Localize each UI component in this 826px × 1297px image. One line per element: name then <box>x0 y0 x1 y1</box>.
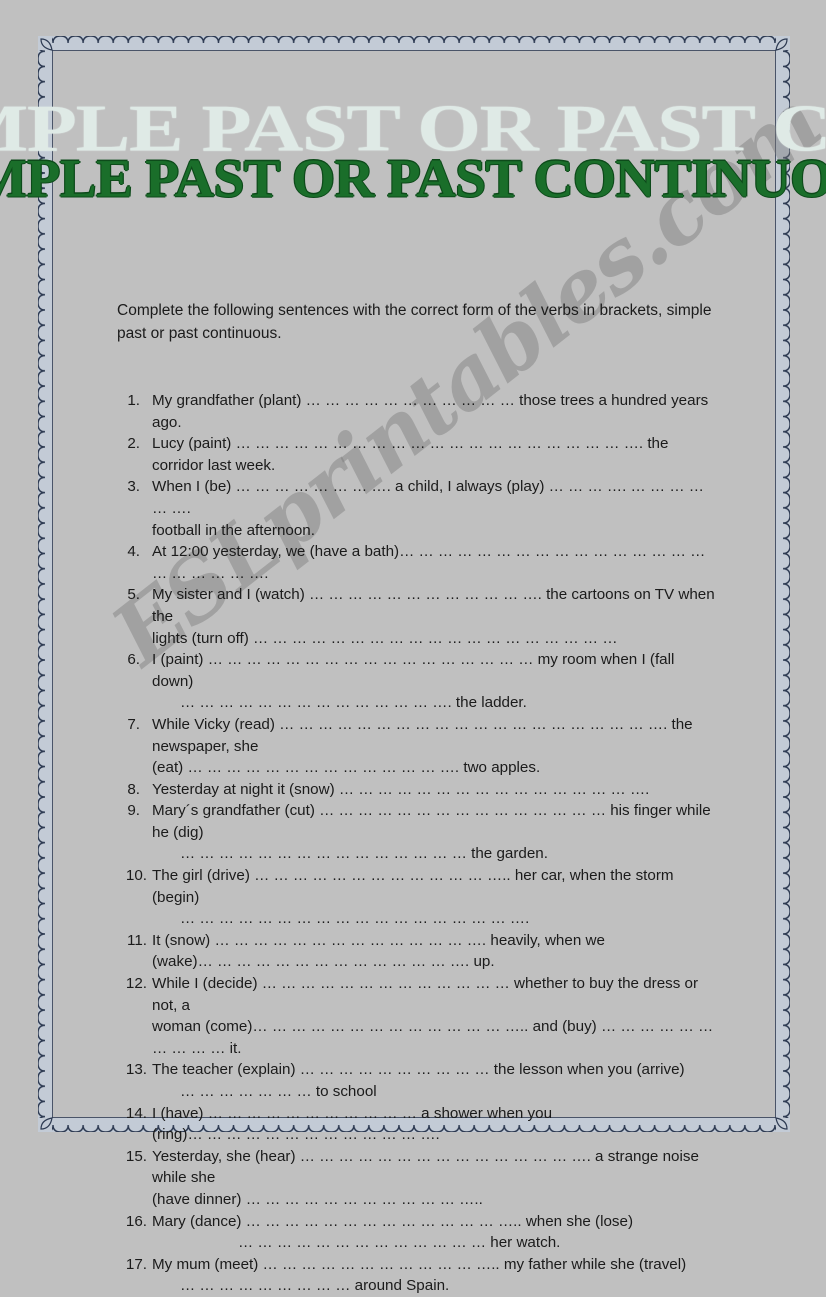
exercise-line: I (paint) … … … … … … … … … … … … … … … … <box>152 651 675 690</box>
exercise-item: 6. I (paint) … … … … … … … … … … … … … … … <box>117 649 717 714</box>
exercise-line: … … … … … … … … … … … … … … … … … …. <box>180 910 530 928</box>
exercise-number: 5. <box>127 586 140 604</box>
exercise-number: 11. <box>127 931 147 949</box>
exercise-line: At 12:00 yesterday, we (have a bath)… … … <box>152 543 706 582</box>
exercise-line: The girl (drive) … … … … … … … … … … … …… <box>152 867 674 906</box>
exercise-line: (wake)… … … … … … … … … … … … … …. up. <box>152 953 495 971</box>
exercise-body: While I (decide) … … … … … … … … … … … …… <box>147 973 717 1059</box>
exercise-line: … … … … … … … … … … … … … …. the ladder. <box>180 694 527 712</box>
exercise-item: 9. Mary´s grandfather (cut) … … … … … … …… <box>117 800 717 865</box>
instructions-text: Complete the following sentences with th… <box>117 302 712 342</box>
exercise-line: … … … … … … … … … around Spain. <box>180 1277 450 1295</box>
exercise-line: Lucy (paint) … … … … … … … … … … … … … …… <box>152 435 669 474</box>
exercise-number: 16. <box>125 1212 147 1230</box>
exercise-line: Mary (dance) … … … … … … … … … … … … … …… <box>152 1212 634 1230</box>
exercise-body: I (have) … … … … … … … … … … … a shower … <box>147 1103 717 1146</box>
exercise-line: While I (decide) … … … … … … … … … … … …… <box>152 975 699 1014</box>
exercise-body: While Vicky (read) … … … … … … … … … … …… <box>147 714 717 779</box>
exercise-item: 17. My mum (meet) … … … … … … … … … … … …… <box>117 1254 717 1297</box>
exercise-item: 1. My grandfather (plant) … … … … … … … …… <box>117 390 717 433</box>
exercise-line: (eat) … … … … … … … … … … … … … …. two a… <box>152 759 541 777</box>
exercise-number: 7. <box>127 715 140 733</box>
exercise-body: Mary´s grandfather (cut) … … … … … … … …… <box>147 800 717 865</box>
exercise-line: My mum (meet) … … … … … … … … … … … ….. … <box>152 1255 687 1273</box>
exercise-line: Mary´s grandfather (cut) … … … … … … … …… <box>152 802 711 841</box>
exercise-number: 10. <box>125 867 147 885</box>
exercise-line: I (have) … … … … … … … … … … … a shower … <box>152 1104 553 1122</box>
exercise-body: The girl (drive) … … … … … … … … … … … …… <box>147 865 717 930</box>
exercise-line: Yesterday, she (hear) … … … … … … … … … … <box>152 1147 699 1187</box>
exercise-line: woman (come)… … … … … … … … … … … … … ….… <box>152 1018 714 1057</box>
exercise-body: Mary (dance) … … … … … … … … … … … … … …… <box>147 1211 717 1254</box>
exercise-number: 3. <box>127 478 140 496</box>
exercise-item: 11. It (snow) … … … … … … … … … … … … … …… <box>117 930 717 973</box>
exercise-number: 17. <box>125 1255 147 1273</box>
exercise-line: It (snow) … … … … … … … … … … … … … …. h… <box>152 931 605 949</box>
title-main-layer: SIMPLE PAST OR PAST CONTINUOUS <box>0 148 826 209</box>
exercise-item: 7. While Vicky (read) … … … … … … … … … …… <box>117 714 717 779</box>
exercise-item: 4. At 12:00 yesterday, we (have a bath)… … <box>117 541 717 584</box>
exercise-body: The teacher (explain) … … … … … … … … … … <box>147 1059 717 1102</box>
exercise-line: football in the afternoon. <box>152 521 315 539</box>
exercise-body: When I (be) … … … … … … … …. a child, I … <box>147 476 717 541</box>
exercise-line: … … … … … … … to school <box>180 1083 377 1100</box>
exercise-body: I (paint) … … … … … … … … … … … … … … … … <box>147 649 717 714</box>
exercise-item: 12. While I (decide) … … … … … … … … … … … <box>117 973 717 1059</box>
exercise-item: 2. Lucy (paint) … … … … … … … … … … … … …… <box>117 433 717 476</box>
exercise-number: 15. <box>125 1147 147 1165</box>
exercise-number: 4. <box>127 543 140 561</box>
exercise-number: 6. <box>127 651 140 669</box>
exercise-number: 1. <box>127 392 140 409</box>
exercise-item: 16. Mary (dance) … … … … … … … … … … … … … <box>117 1211 717 1254</box>
exercise-number: 8. <box>127 780 140 798</box>
exercise-line: (ring)… … … … … … … … … … … … …. <box>152 1126 440 1144</box>
exercise-line: … … … … … … … … … … … … … her watch. <box>238 1234 561 1252</box>
exercise-item: 10. The girl (drive) … … … … … … … … … … … <box>117 865 717 930</box>
exercise-line: Yesterday at night it (snow) … … … … … …… <box>152 780 650 798</box>
exercise-item: 3. When I (be) … … … … … … … …. a child, … <box>117 476 717 541</box>
exercise-body: It (snow) … … … … … … … … … … … … … …. h… <box>147 930 717 973</box>
exercise-body: My grandfather (plant) … … … … … … … … …… <box>147 390 717 433</box>
exercise-line: While Vicky (read) … … … … … … … … … … …… <box>152 715 693 755</box>
exercise-item: 5. My sister and I (watch) … … … … … … … … <box>117 584 717 649</box>
exercise-list: 1. My grandfather (plant) … … … … … … … …… <box>117 390 717 1297</box>
exercise-body: Lucy (paint) … … … … … … … … … … … … … …… <box>147 433 717 476</box>
exercise-number: 2. <box>127 435 140 453</box>
exercise-line: The teacher (explain) … … … … … … … … … … <box>152 1061 685 1079</box>
worksheet-title: SIMPLE PAST OR PAST CONTINUOUS SIMPLE PA… <box>0 92 826 222</box>
exercise-line: My grandfather (plant) … … … … … … … … …… <box>152 392 709 409</box>
exercise-number: 12. <box>125 975 147 993</box>
exercise-line: ago. <box>152 413 182 431</box>
exercise-body: My mum (meet) … … … … … … … … … … … ….. … <box>147 1254 717 1297</box>
exercise-number: 13. <box>125 1061 147 1079</box>
worksheet-page: ESLprintables.com SIMPLE PAST OR PAST CO… <box>0 0 826 1294</box>
exercise-body: At 12:00 yesterday, we (have a bath)… … … <box>147 541 717 584</box>
exercise-line: … … … … … … … … … … … … … … … the garden… <box>180 845 548 863</box>
exercise-line: When I (be) … … … … … … … …. a child, I … <box>152 478 704 517</box>
exercise-item: 8. Yesterday at night it (snow) … … … … …… <box>117 779 717 801</box>
exercise-line: My sister and I (watch) … … … … … … … … … <box>152 586 715 625</box>
exercise-number: 14. <box>125 1104 147 1122</box>
exercise-line: lights (turn off) … … … … … … … … … … … … <box>152 629 618 647</box>
exercise-body: My sister and I (watch) … … … … … … … … … <box>147 584 717 649</box>
exercise-item: 14. I (have) … … … … … … … … … … … a show… <box>117 1103 717 1146</box>
exercise-body: Yesterday at night it (snow) … … … … … …… <box>147 779 717 801</box>
exercise-body: Yesterday, she (hear) … … … … … … … … … … <box>147 1146 717 1211</box>
exercise-item: 15. Yesterday, she (hear) … … … … … … … …… <box>117 1146 717 1211</box>
exercise-item: 13. The teacher (explain) … … … … … … … …… <box>117 1059 717 1102</box>
exercise-number: 9. <box>127 802 140 820</box>
exercise-line: (have dinner) … … … … … … … … … … … ….. <box>152 1190 483 1208</box>
